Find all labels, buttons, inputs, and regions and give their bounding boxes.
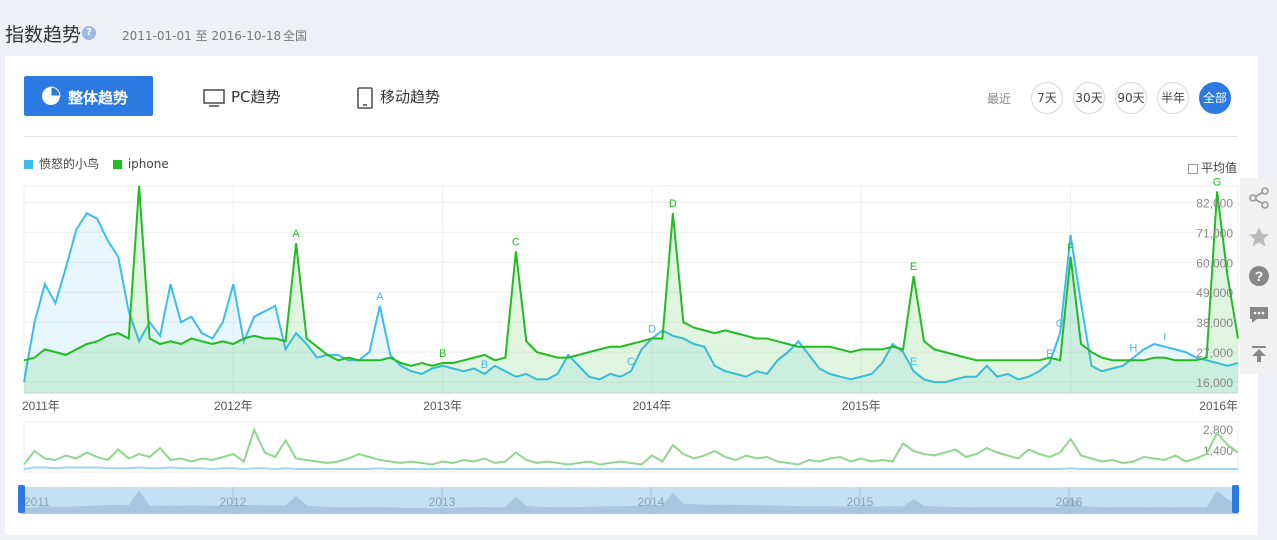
legend-item-angry-birds[interactable]: 愤怒的小鸟 — [24, 157, 99, 171]
date-range: 2011-01-01 至 2016-10-18 — [122, 29, 282, 43]
back-to-top-icon[interactable] — [1240, 334, 1277, 373]
range-all-button[interactable]: 全部 — [1199, 82, 1231, 114]
tab-pc-label: PC趋势 — [231, 88, 281, 106]
star-icon[interactable] — [1240, 217, 1277, 256]
range-90d-button[interactable]: 90天 — [1115, 82, 1147, 114]
comment-icon[interactable] — [1240, 295, 1277, 334]
tablet-icon — [357, 86, 373, 109]
legend-label: iphone — [127, 157, 169, 171]
recent-label: 最近 — [987, 92, 1012, 106]
pie-chart-icon — [42, 86, 61, 105]
average-toggle[interactable]: 平均值 — [1188, 159, 1237, 176]
tab-mobile-trend[interactable]: 移动趋势 — [356, 86, 440, 109]
help-icon[interactable]: ? — [82, 26, 96, 40]
svg-text:?: ? — [1254, 268, 1263, 284]
share-icon[interactable] — [1240, 178, 1277, 217]
tab-overall-label: 整体趋势 — [68, 89, 129, 107]
divider — [24, 136, 1238, 137]
legend-swatch — [112, 160, 122, 169]
range-half-year-button[interactable]: 半年 — [1157, 82, 1189, 114]
page-title: 指数趋势 — [5, 24, 82, 46]
region-label: 全国 — [283, 29, 308, 43]
checkbox-icon — [1188, 163, 1198, 174]
chart-legend: 愤怒的小鸟 iphone — [24, 155, 179, 172]
average-label: 平均值 — [1201, 161, 1238, 175]
range-30d-button[interactable]: 30天 — [1073, 82, 1105, 114]
legend-item-iphone[interactable]: iphone — [112, 157, 169, 171]
trend-panel — [5, 56, 1258, 535]
legend-swatch — [24, 160, 33, 169]
title-row: 指数趋势 ? 2011-01-01 至 2016-10-18 全国 — [0, 0, 1277, 56]
side-toolbar: ? — [1240, 178, 1277, 374]
tab-overall-trend[interactable]: 整体趋势 — [24, 76, 153, 116]
monitor-icon — [203, 88, 225, 107]
tab-mobile-label: 移动趋势 — [380, 88, 441, 106]
help-circle-icon[interactable]: ? — [1240, 256, 1277, 295]
range-7d-button[interactable]: 7天 — [1031, 82, 1063, 114]
legend-label: 愤怒的小鸟 — [39, 157, 100, 171]
tab-pc-trend[interactable]: PC趋势 — [203, 86, 281, 107]
